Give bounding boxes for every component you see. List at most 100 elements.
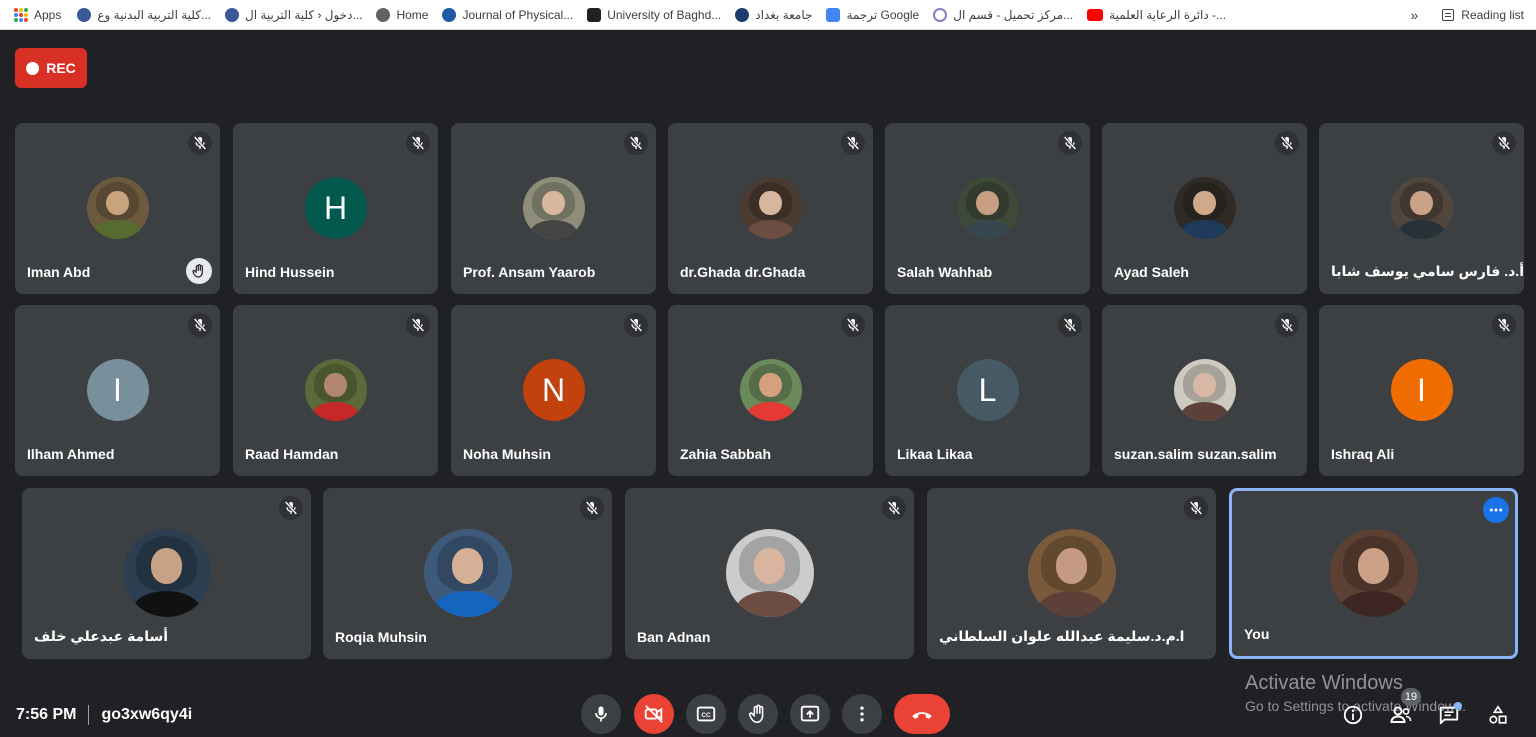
participant-tile[interactable]: Roqia Muhsin: [323, 488, 612, 659]
participant-tile[interactable]: أ.د. فارس سامي يوسف شابا: [1319, 123, 1524, 294]
mic-off-icon: [1497, 318, 1511, 332]
muted-indicator: [580, 496, 604, 520]
end-call-icon: [912, 712, 932, 719]
bookmark-college-login[interactable]: دخول ‹ كلية التربية ال...: [225, 7, 363, 22]
mic-off-icon: [411, 136, 425, 150]
google-translate-icon: [826, 7, 841, 22]
reading-list-button[interactable]: Reading list: [1442, 8, 1524, 22]
participant-tile[interactable]: H Hind Hussein: [233, 123, 438, 294]
bookmark-translate[interactable]: ترجمة Google: [826, 7, 920, 22]
bookmarks-overflow-button[interactable]: »: [1411, 7, 1419, 23]
youtube-icon: [1087, 8, 1104, 21]
participant-tile[interactable]: I Ilham Ahmed: [15, 305, 220, 476]
participant-name: أ.د. فارس سامي يوسف شابا: [1331, 263, 1524, 279]
muted-indicator: [841, 313, 865, 337]
present-button[interactable]: [790, 694, 830, 734]
university-logo-icon: [587, 7, 602, 22]
camera-off-button[interactable]: [634, 694, 674, 734]
participant-tile[interactable]: N Noha Muhsin: [451, 305, 656, 476]
participant-name: dr.Ghada dr.Ghada: [680, 264, 806, 280]
mic-off-icon: [1280, 318, 1294, 332]
muted-indicator: [624, 131, 648, 155]
bookmark-scientific-care[interactable]: دائرة الرعاية العلمية -...: [1087, 8, 1226, 22]
bookmark-home[interactable]: Home: [376, 7, 428, 22]
avatar-photo: [86, 177, 149, 239]
divider: [88, 705, 90, 725]
participant-tile[interactable]: L Likaa Likaa: [885, 305, 1090, 476]
bookmark-label: كلية التربية البدنية وع...: [97, 7, 212, 22]
recording-indicator[interactable]: REC: [15, 48, 87, 88]
avatar-initial: L: [956, 359, 1019, 421]
more-options-button[interactable]: [842, 694, 882, 734]
avatar-photo: [956, 177, 1019, 239]
svg-text:CC: CC: [701, 712, 711, 719]
raise-hand-button[interactable]: [738, 694, 778, 734]
participant-tile[interactable]: Salah Wahhab: [885, 123, 1090, 294]
avatar-photo: [739, 359, 802, 421]
bookmark-journal[interactable]: Journal of Physical...: [442, 7, 573, 22]
mic-off-icon: [1063, 136, 1077, 150]
participant-tile[interactable]: Iman Abd: [15, 123, 220, 294]
muted-indicator: [1058, 131, 1082, 155]
avatar-initial: N: [522, 359, 585, 421]
participant-tile[interactable]: Prof. Ansam Yaarob: [451, 123, 656, 294]
participant-tile[interactable]: Ban Adnan: [625, 488, 914, 659]
bookmark-label: جامعة بغداد: [755, 7, 813, 22]
mic-off-icon: [1280, 136, 1294, 150]
bookmark-label: دخول ‹ كلية التربية ال...: [245, 7, 363, 22]
muted-indicator: [841, 131, 865, 155]
bookmark-college-pe[interactable]: كلية التربية البدنية وع...: [77, 7, 212, 22]
participant-tile[interactable]: suzan.salim suzan.salim: [1102, 305, 1307, 476]
microphone-button[interactable]: [581, 694, 621, 734]
more-vert-icon: [860, 706, 864, 722]
participant-name: Hind Hussein: [245, 264, 335, 280]
leave-call-button[interactable]: [894, 694, 950, 734]
mic-off-icon: [629, 136, 643, 150]
journal-logo-icon: [442, 7, 457, 22]
participant-name: Ayad Saleh: [1114, 264, 1189, 280]
participant-tile[interactable]: dr.Ghada dr.Ghada: [668, 123, 873, 294]
bookmark-university[interactable]: University of Baghd...: [587, 7, 721, 22]
meeting-info: 7:56 PM go3xw6qy4i: [16, 703, 192, 727]
present-icon: [800, 705, 820, 722]
people-icon: [1390, 706, 1412, 723]
participant-name: أسامة عبدعلي خلف: [34, 628, 169, 644]
captions-button[interactable]: CC: [686, 694, 726, 734]
bookmark-baghdad[interactable]: جامعة بغداد: [735, 7, 813, 22]
bookmark-label: مركز تحميل - قسم ال...: [953, 7, 1074, 22]
mic-off-icon: [193, 318, 207, 332]
participant-name: Ishraq Ali: [1331, 446, 1395, 462]
muted-indicator: [624, 313, 648, 337]
avatar-photo: [725, 529, 814, 617]
avatar-photo: [1173, 359, 1236, 421]
avatar-photo: [304, 359, 367, 421]
bookmark-upload-center[interactable]: مركز تحميل - قسم ال...: [933, 7, 1074, 22]
more-horiz-icon: [1489, 508, 1503, 512]
mic-off-icon: [1497, 136, 1511, 150]
participant-tile[interactable]: أسامة عبدعلي خلف: [22, 488, 311, 659]
bookmark-apps[interactable]: Apps: [14, 7, 61, 22]
bookmark-label: ترجمة Google: [846, 7, 920, 22]
activities-icon: [1489, 705, 1507, 724]
muted-indicator: [1275, 313, 1299, 337]
participant-tile[interactable]: You: [1229, 488, 1518, 659]
people-count-badge: 19: [1401, 688, 1421, 706]
mic-off-icon: [411, 318, 425, 332]
participant-tile[interactable]: ا.م.د.سليمة عبدالله علوان السلطاني: [927, 488, 1216, 659]
meeting-time: 7:56 PM: [16, 706, 77, 723]
participant-name: suzan.salim suzan.salim: [1114, 446, 1277, 462]
participant-tile[interactable]: Raad Hamdan: [233, 305, 438, 476]
activities-button[interactable]: [1485, 702, 1511, 728]
mic-off-icon: [846, 318, 860, 332]
meeting-details-button[interactable]: [1340, 702, 1366, 728]
avatar-initial: I: [1390, 359, 1453, 421]
participant-tile[interactable]: Zahia Sabbah: [668, 305, 873, 476]
record-dot-icon: [26, 61, 40, 75]
participant-tile[interactable]: I Ishraq Ali: [1319, 305, 1524, 476]
avatar-photo: [1329, 529, 1418, 617]
tile-more-options-button[interactable]: [1483, 497, 1509, 523]
avatar-initial: H: [304, 177, 367, 239]
bookmarks-bar: Apps كلية التربية البدنية وع... دخول ‹ ك…: [0, 0, 1536, 30]
participant-tile[interactable]: Ayad Saleh: [1102, 123, 1307, 294]
mic-off-icon: [193, 136, 207, 150]
